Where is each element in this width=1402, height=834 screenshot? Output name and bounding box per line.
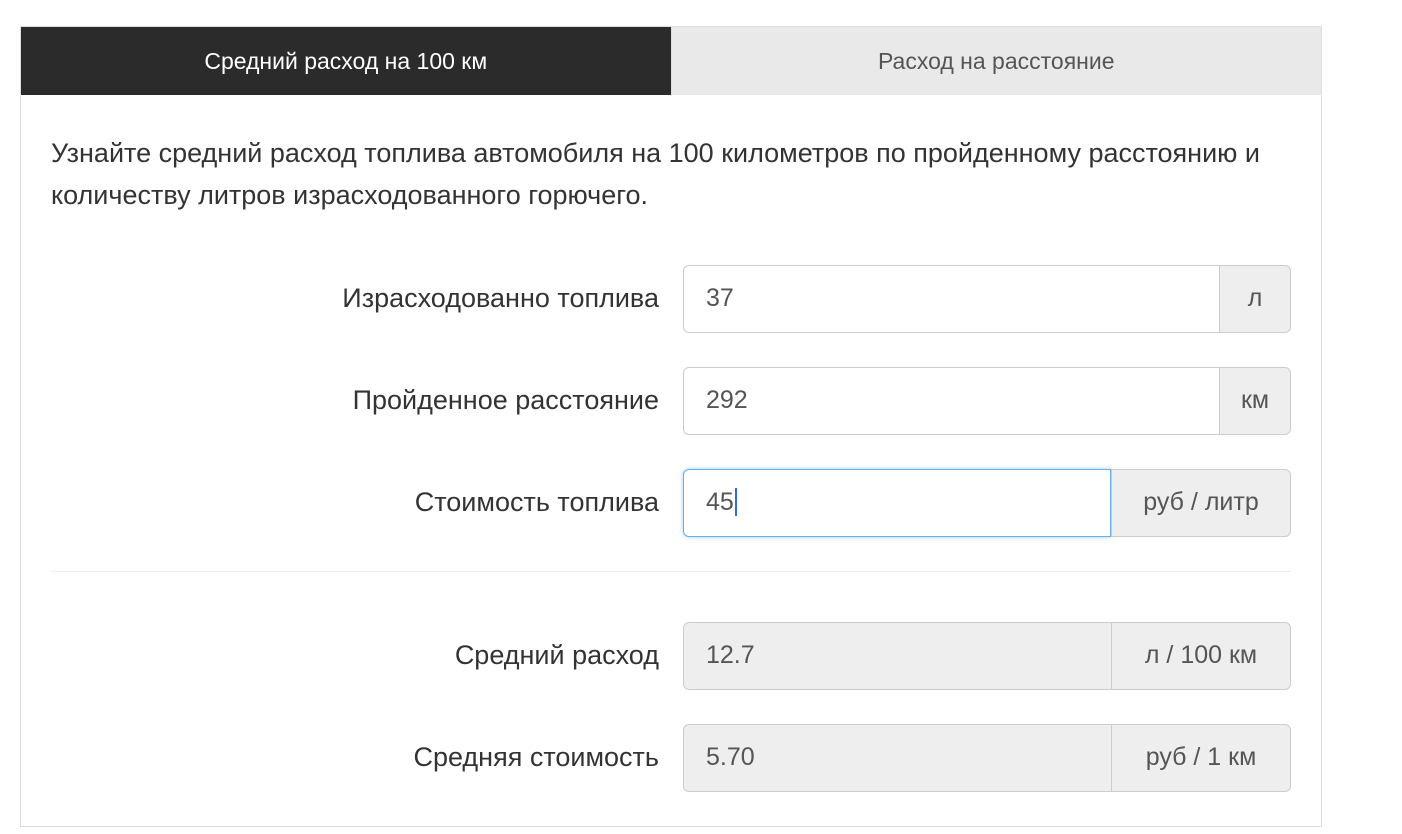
unit-avg-consumption: л / 100 км (1111, 622, 1291, 690)
row-avg-consumption: Средний расход л / 100 км (51, 622, 1291, 690)
output-group-avg-cost: руб / 1 км (683, 724, 1291, 792)
tab-consumption-per-distance[interactable]: Расход на расстояние (671, 27, 1322, 95)
unit-distance: км (1219, 367, 1291, 435)
tab-label: Средний расход на 100 км (204, 48, 487, 75)
tab-average-per-100km[interactable]: Средний расход на 100 км (21, 27, 671, 95)
input-group-distance: км (683, 367, 1291, 435)
label-distance: Пройденное расстояние (51, 385, 683, 416)
tabs: Средний расход на 100 км Расход на расст… (20, 26, 1322, 95)
unit-price: руб / литр (1111, 469, 1291, 537)
label-avg-consumption: Средний расход (51, 640, 683, 671)
divider (51, 571, 1291, 572)
row-distance: Пройденное расстояние км (51, 367, 1291, 435)
label-price: Стоимость топлива (51, 487, 683, 518)
calculator-container: Средний расход на 100 км Расход на расст… (20, 26, 1322, 827)
input-group-price: 45 руб / литр (683, 469, 1291, 537)
label-avg-cost: Средняя стоимость (51, 742, 683, 773)
row-price: Стоимость топлива 45 руб / литр (51, 469, 1291, 537)
input-price-value: 45 (706, 488, 734, 517)
unit-avg-cost: руб / 1 км (1111, 724, 1291, 792)
unit-fuel-used: л (1219, 265, 1291, 333)
description-text: Узнайте средний расход топлива автомобил… (51, 133, 1291, 217)
row-avg-cost: Средняя стоимость руб / 1 км (51, 724, 1291, 792)
input-distance[interactable] (683, 367, 1219, 435)
text-caret-icon (735, 488, 737, 516)
output-avg-cost (683, 724, 1111, 792)
tab-label: Расход на расстояние (878, 48, 1115, 75)
panel: Узнайте средний расход топлива автомобил… (20, 95, 1322, 827)
row-fuel-used: Израсходованно топлива л (51, 265, 1291, 333)
output-group-avg-consumption: л / 100 км (683, 622, 1291, 690)
label-fuel-used: Израсходованно топлива (51, 283, 683, 314)
input-fuel-used[interactable] (683, 265, 1219, 333)
output-avg-consumption (683, 622, 1111, 690)
input-price[interactable]: 45 (683, 469, 1111, 537)
input-group-fuel-used: л (683, 265, 1291, 333)
